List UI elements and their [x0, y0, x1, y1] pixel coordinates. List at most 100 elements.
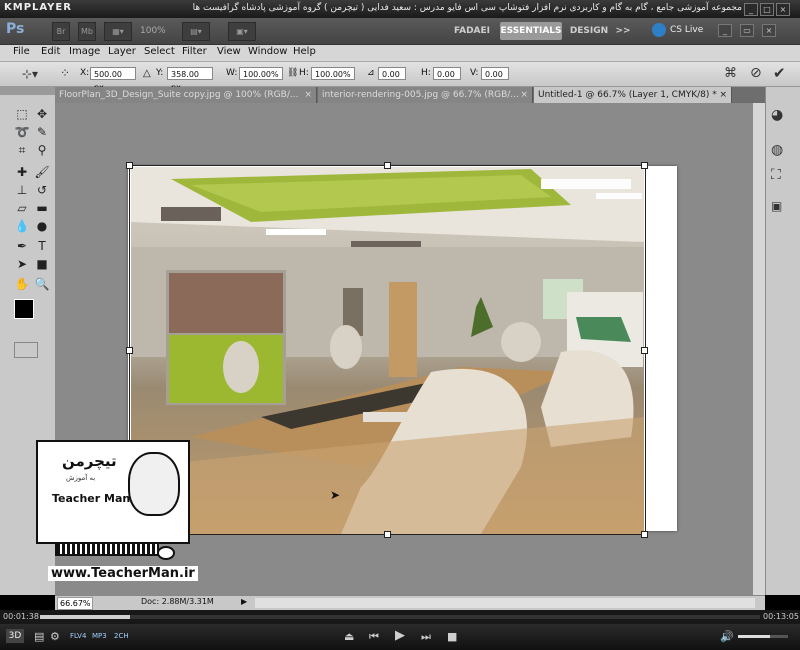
tab-untitled-1[interactable]: Untitled-1 @ 66.7% (Layer 1, CMYK/8) * ×: [534, 87, 732, 103]
next-icon[interactable]: ⏭: [421, 630, 431, 644]
vskew-input[interactable]: 0.00: [481, 67, 509, 80]
marquee-tool-icon[interactable]: ⬚: [14, 107, 30, 122]
menu-file[interactable]: File: [13, 46, 30, 57]
hskew-input[interactable]: 0.00: [433, 67, 461, 80]
commit-transform-icon[interactable]: ✔: [773, 64, 786, 82]
cancel-transform-icon[interactable]: ⊘: [750, 65, 762, 81]
mode-3d-button[interactable]: 3D: [6, 629, 24, 643]
minibridge-icon[interactable]: Mb: [78, 22, 96, 41]
volume-icon[interactable]: 🔊: [720, 630, 734, 643]
seek-track[interactable]: [40, 615, 760, 619]
transform-handle[interactable]: [126, 162, 133, 169]
relative-position-icon[interactable]: △: [143, 68, 151, 79]
workspace-fadaei[interactable]: FADAEI: [450, 22, 494, 40]
path-selection-tool-icon[interactable]: ➤: [14, 257, 30, 272]
tab-close-icon[interactable]: ×: [304, 87, 312, 103]
status-menu-arrow-icon[interactable]: ▶: [241, 597, 247, 606]
tab-close-icon[interactable]: ×: [719, 87, 727, 103]
menu-bar: File Edit Image Layer Select Filter View…: [0, 45, 800, 62]
dodge-tool-icon[interactable]: ●: [34, 219, 50, 234]
menu-edit[interactable]: Edit: [41, 46, 60, 57]
height-input[interactable]: 100.00%: [311, 67, 355, 80]
view-extras-icon[interactable]: ▦▾: [104, 22, 132, 41]
workspace-design[interactable]: DESIGN: [568, 22, 610, 40]
codec-badge-video: FLV4: [70, 632, 87, 640]
masks-panel-icon[interactable]: ⛶: [771, 167, 781, 183]
transform-handle[interactable]: [641, 347, 648, 354]
seek-bar[interactable]: 00:01:38 00:13:05: [0, 610, 800, 624]
ps-restore-icon[interactable]: ▭: [740, 24, 754, 37]
shape-tool-icon[interactable]: ■: [34, 257, 50, 272]
workspace-essentials[interactable]: ESSENTIALS: [500, 22, 562, 40]
rotate-input[interactable]: 0.00: [378, 67, 406, 80]
ps-minimize-icon[interactable]: _: [718, 24, 732, 37]
link-icon[interactable]: ⛓: [287, 68, 298, 78]
eraser-tool-icon[interactable]: ▱: [14, 201, 30, 216]
menu-window[interactable]: Window: [248, 46, 287, 57]
transform-handle[interactable]: [641, 162, 648, 169]
quick-mask-icon[interactable]: [14, 342, 38, 358]
caricature-face: [128, 452, 180, 516]
transform-handle[interactable]: [384, 531, 391, 538]
move-tool-preset-icon[interactable]: ⊹▾: [22, 67, 38, 81]
width-input[interactable]: 100.00%: [239, 67, 283, 80]
cs-live-button[interactable]: CS Live: [670, 25, 703, 35]
transform-bounding-box[interactable]: [129, 165, 646, 535]
menu-layer[interactable]: Layer: [108, 46, 136, 57]
y-input[interactable]: 358.00 px: [167, 67, 213, 92]
playlist-icon[interactable]: ▤: [34, 630, 44, 643]
blur-tool-icon[interactable]: 💧: [14, 219, 30, 234]
healing-brush-tool-icon[interactable]: ✚: [14, 165, 30, 180]
minimize-icon[interactable]: _: [744, 3, 758, 16]
adjustments-panel-icon[interactable]: ◍: [771, 142, 783, 158]
zoom-level[interactable]: 100%: [140, 26, 166, 36]
tab-floorplan[interactable]: FloorPlan_3D_Design_Suite copy.jpg @ 100…: [55, 87, 317, 103]
clone-stamp-tool-icon[interactable]: ⊥: [14, 183, 30, 198]
tab-interior-rendering[interactable]: interior-rendering-005.jpg @ 66.7% (RGB/…: [318, 87, 533, 103]
move-tool-icon[interactable]: ✥: [34, 107, 50, 122]
x-input[interactable]: 500.00 px: [90, 67, 136, 92]
gradient-tool-icon[interactable]: ▬: [34, 201, 50, 216]
hand-tool-icon[interactable]: ✋: [14, 277, 30, 292]
lasso-tool-icon[interactable]: ➰: [14, 125, 30, 140]
type-tool-icon[interactable]: T: [34, 239, 50, 254]
minibridge-panel-icon[interactable]: ▣: [771, 199, 782, 213]
menu-select[interactable]: Select: [144, 46, 175, 57]
warp-icon[interactable]: ⌘: [724, 66, 737, 81]
eject-icon[interactable]: ⏏: [344, 630, 354, 643]
horizontal-scrollbar[interactable]: [255, 598, 755, 608]
previous-icon[interactable]: ⏮: [369, 630, 379, 644]
transform-handle[interactable]: [384, 162, 391, 169]
status-zoom[interactable]: 66.67%: [57, 597, 93, 610]
menu-image[interactable]: Image: [69, 46, 100, 57]
volume-slider[interactable]: [738, 635, 788, 638]
play-icon[interactable]: ▶: [395, 628, 405, 643]
foreground-color-swatch[interactable]: [14, 299, 34, 319]
vertical-scrollbar[interactable]: [753, 103, 765, 595]
quick-selection-tool-icon[interactable]: ✎: [34, 125, 50, 140]
ps-close-icon[interactable]: ×: [762, 24, 776, 37]
menu-help[interactable]: Help: [293, 46, 316, 57]
zoom-tool-icon[interactable]: 🔍: [34, 277, 50, 292]
reference-point-icon[interactable]: ⁘: [60, 66, 70, 80]
bridge-icon[interactable]: Br: [52, 22, 70, 41]
color-panel-icon[interactable]: ◕: [771, 107, 783, 123]
stop-icon[interactable]: ■: [447, 630, 457, 643]
maximize-icon[interactable]: □: [760, 3, 774, 16]
pen-tool-icon[interactable]: ✒: [14, 239, 30, 254]
tab-label: FloorPlan_3D_Design_Suite copy.jpg @ 100…: [59, 90, 299, 100]
tab-close-icon[interactable]: ×: [520, 87, 528, 103]
history-brush-tool-icon[interactable]: ↺: [34, 183, 50, 198]
transform-handle[interactable]: [641, 531, 648, 538]
transform-handle[interactable]: [126, 347, 133, 354]
menu-filter[interactable]: Filter: [182, 46, 207, 57]
brush-tool-icon[interactable]: 🖌: [34, 165, 50, 180]
screen-mode-icon[interactable]: ▣▾: [228, 22, 256, 41]
close-icon[interactable]: ×: [776, 3, 790, 16]
crop-tool-icon[interactable]: ⌗: [14, 143, 30, 158]
more-workspaces-icon[interactable]: >>: [615, 22, 631, 40]
menu-view[interactable]: View: [217, 46, 241, 57]
arrange-documents-icon[interactable]: ▤▾: [182, 22, 210, 41]
eyedropper-tool-icon[interactable]: ⚲: [34, 143, 50, 158]
settings-icon[interactable]: ⚙: [50, 630, 60, 643]
